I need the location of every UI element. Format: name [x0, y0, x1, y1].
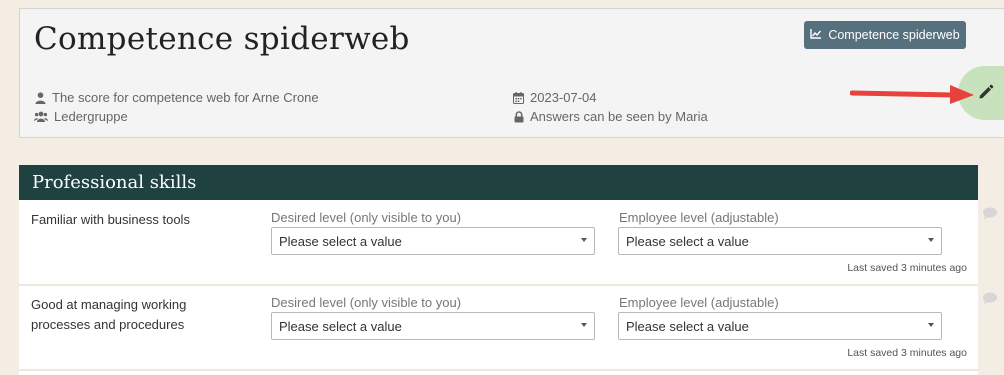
date-text: 2023-07-04 [530, 90, 597, 105]
skill-label: Familiar with business tools [31, 212, 190, 227]
user-icon [35, 91, 46, 104]
skill-row: Familiar with business tools Desired lev… [19, 200, 978, 285]
desired-level-label: Desired level (only visible to you) [271, 210, 462, 225]
comment-icon[interactable] [982, 292, 1002, 306]
row-divider [19, 369, 978, 371]
employee-level-select[interactable]: Please select a value [618, 312, 942, 340]
group-info: Ledergruppe [34, 109, 128, 124]
professional-skills-section: Professional skills Familiar with busine… [19, 165, 978, 375]
page-title: Competence spiderweb [34, 21, 410, 57]
visibility-info: Answers can be seen by Maria [514, 109, 708, 124]
header-card: Competence spiderweb Competence spiderwe… [19, 8, 1004, 138]
line-chart-icon [810, 28, 822, 42]
group-name: Ledergruppe [54, 109, 128, 124]
desired-level-value: Please select a value [279, 318, 402, 334]
caret-down-icon [928, 323, 934, 327]
competence-spiderweb-button[interactable]: Competence spiderweb [804, 21, 966, 49]
calendar-icon [513, 91, 524, 104]
employee-level-value: Please select a value [626, 233, 749, 249]
desired-level-select[interactable]: Please select a value [271, 312, 595, 340]
last-saved-text: Last saved 3 minutes ago [847, 262, 967, 274]
employee-level-value: Please select a value [626, 318, 749, 334]
date-info: 2023-07-04 [513, 90, 597, 105]
desired-level-value: Please select a value [279, 233, 402, 249]
caret-down-icon [581, 323, 587, 327]
caret-down-icon [928, 238, 934, 242]
desired-level-select[interactable]: Please select a value [271, 227, 595, 255]
employee-level-select[interactable]: Please select a value [618, 227, 942, 255]
lock-icon [514, 110, 524, 123]
row-divider [19, 284, 978, 286]
employee-level-label: Employee level (adjustable) [619, 210, 779, 225]
last-saved-text: Last saved 3 minutes ago [847, 347, 967, 359]
red-arrow-annotation [850, 85, 974, 104]
section-title: Professional skills [19, 165, 978, 200]
score-info: The score for competence web for Arne Cr… [35, 90, 319, 105]
employee-level-label: Employee level (adjustable) [619, 295, 779, 310]
skill-label: Good at managing working processes and p… [31, 297, 187, 332]
desired-level-label: Desired level (only visible to you) [271, 295, 462, 310]
users-icon [34, 111, 48, 122]
caret-down-icon [581, 238, 587, 242]
competence-spiderweb-button-label: Competence spiderweb [828, 28, 960, 42]
score-text: The score for competence web for Arne Cr… [52, 90, 319, 105]
visibility-text: Answers can be seen by Maria [530, 109, 708, 124]
skill-row: Good at managing working processes and p… [19, 285, 978, 370]
comment-icon[interactable] [982, 207, 1002, 221]
